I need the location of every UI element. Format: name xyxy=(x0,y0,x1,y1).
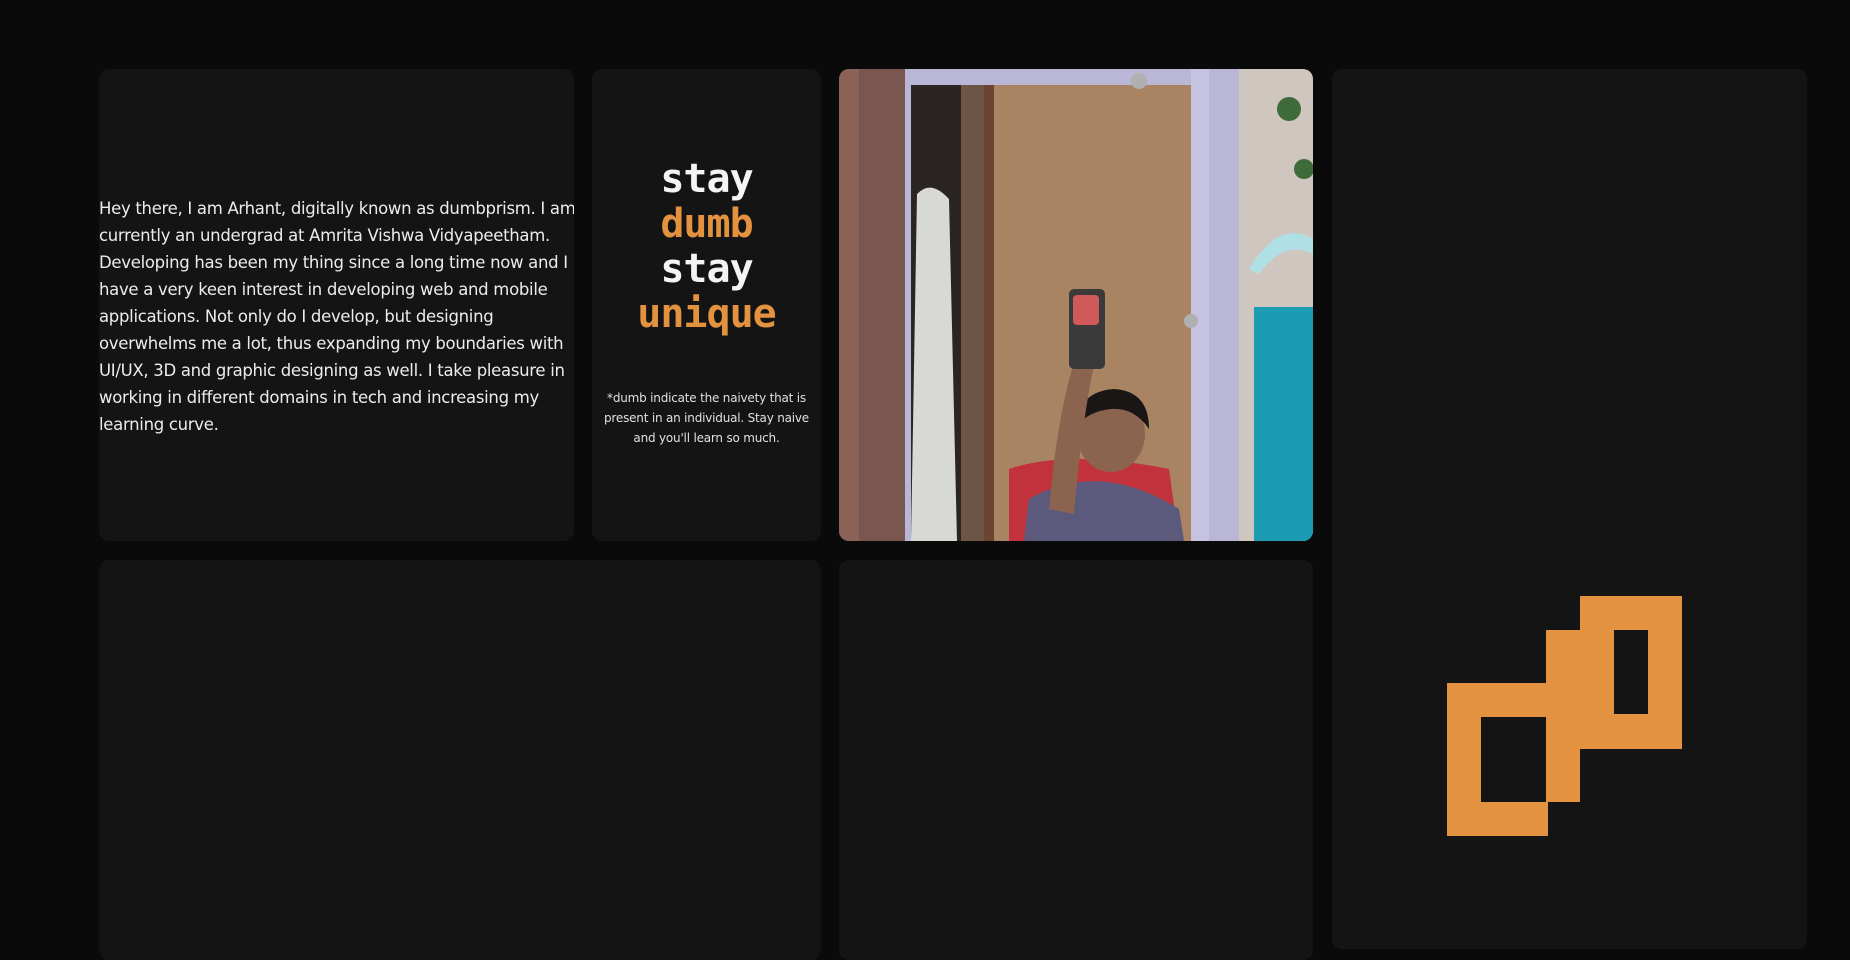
motto-card: stay dumb stay unique *dumb indicate the… xyxy=(592,69,821,541)
empty-card-bottom-left xyxy=(99,560,821,960)
motto-line-2: dumb xyxy=(660,201,753,247)
motto-footnote: *dumb indicate the naivety that is prese… xyxy=(604,391,809,445)
logo-card xyxy=(1332,69,1807,949)
dumbprism-logo-icon xyxy=(1447,596,1682,836)
bio-card: Hey there, I am Arhant, digitally known … xyxy=(99,69,574,541)
motto-line-4: unique xyxy=(637,291,777,337)
motto-line-1: stay xyxy=(660,156,753,202)
motto-line-3: stay xyxy=(660,246,753,292)
profile-photo-card xyxy=(839,69,1313,541)
mirror-selfie-photo xyxy=(839,69,1313,541)
motto-heading: stay dumb stay unique xyxy=(592,157,821,337)
empty-card-bottom-middle xyxy=(839,560,1313,960)
bio-text: Hey there, I am Arhant, digitally known … xyxy=(99,199,574,434)
